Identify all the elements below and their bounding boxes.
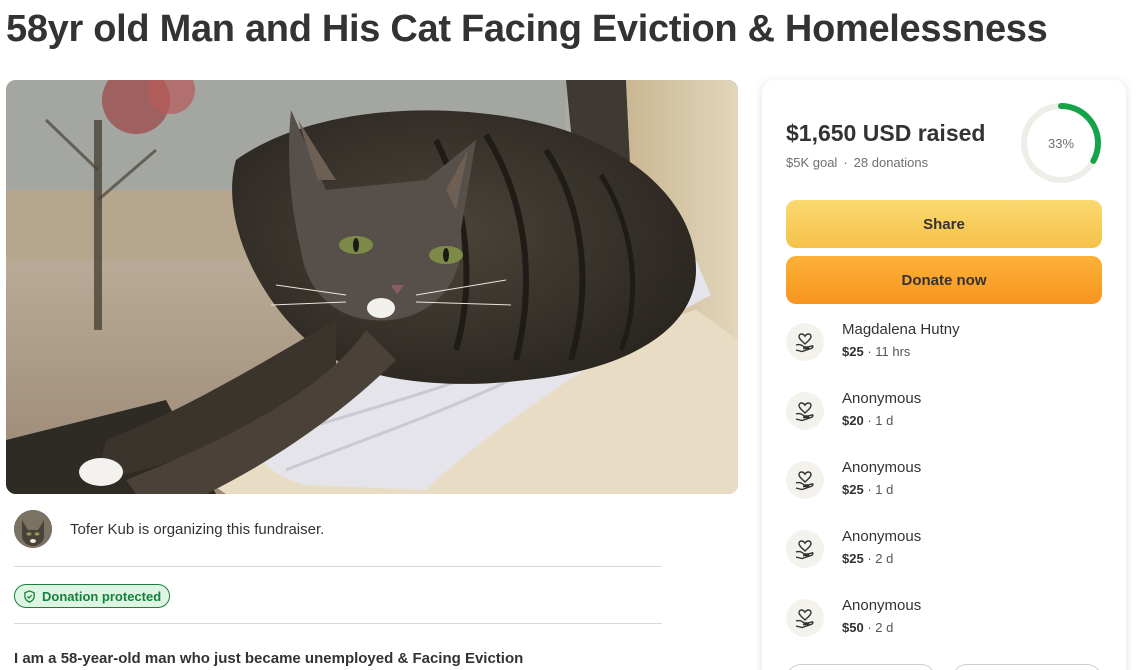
donor-name: Anonymous <box>842 528 922 545</box>
progress-percent: 33% <box>1047 135 1075 151</box>
goal-amount: $5K goal <box>786 155 838 170</box>
amount-raised: $1,650 USD raised <box>786 120 986 146</box>
donor-list-item: Anonymous $50 · 2 d <box>786 596 921 638</box>
donation-amount: $25 <box>842 482 864 497</box>
donation-amount: $25 <box>842 551 864 566</box>
fundraiser-page: 58yr old Man and His Cat Facing Eviction… <box>0 0 1139 670</box>
page-title: 58yr old Man and His Cat Facing Eviction… <box>6 8 1048 50</box>
heart-hand-icon <box>786 599 824 637</box>
donation-time: · 2 d <box>863 551 894 566</box>
avatar[interactable] <box>14 510 52 548</box>
donation-protected-badge[interactable]: Donation protected <box>14 584 171 608</box>
donor-list-item: Magdalena Hutny $25 · 11 hrs <box>786 320 960 362</box>
story-first-line: I am a 58-year-old man who just became u… <box>14 650 524 667</box>
see-all-button[interactable] <box>786 664 936 670</box>
donor-list-item: Anonymous $25 · 1 d <box>786 458 921 500</box>
donation-time: · 1 d <box>863 413 894 428</box>
donor-name: Magdalena Hutny <box>842 321 960 338</box>
hero-image[interactable] <box>6 80 738 494</box>
separator-dot: · <box>843 155 848 170</box>
cat-photo <box>6 80 738 494</box>
donor-name: Anonymous <box>842 459 922 476</box>
donation-time: · 1 d <box>863 482 894 497</box>
see-top-button[interactable] <box>952 664 1102 670</box>
organizer-row: Tofer Kub is organizing this fundraiser. <box>14 510 324 548</box>
divider <box>14 566 662 567</box>
donate-now-button[interactable]: Donate now <box>786 256 1102 304</box>
donor-list-item: Anonymous $25 · 2 d <box>786 527 921 569</box>
donation-amount: $25 <box>842 344 864 359</box>
donation-time: · 2 d <box>863 620 894 635</box>
donation-count: 28 donations <box>853 155 929 170</box>
donation-card: $1,650 USD raised $5K goal · 28 donations … <box>762 80 1126 670</box>
shield-icon <box>24 589 35 603</box>
donation-amount: $50 <box>842 620 864 635</box>
heart-hand-icon <box>786 530 824 568</box>
heart-hand-icon <box>786 461 824 499</box>
donation-amount: $20 <box>842 413 864 428</box>
donation-time: · 11 hrs <box>863 344 911 359</box>
donor-name: Anonymous <box>842 390 922 407</box>
organizer-text: Tofer Kub is organizing this fundraiser. <box>70 520 325 538</box>
cat-avatar-icon <box>14 510 52 548</box>
goal-line: $5K goal · 28 donations <box>786 155 928 170</box>
donor-name: Anonymous <box>842 597 922 614</box>
badge-label: Donation protected <box>42 588 162 604</box>
share-button[interactable]: Share <box>786 200 1102 248</box>
heart-hand-icon <box>786 392 824 430</box>
heart-hand-icon <box>786 323 824 361</box>
donor-list-item: Anonymous $20 · 1 d <box>786 389 921 431</box>
divider <box>14 623 662 624</box>
